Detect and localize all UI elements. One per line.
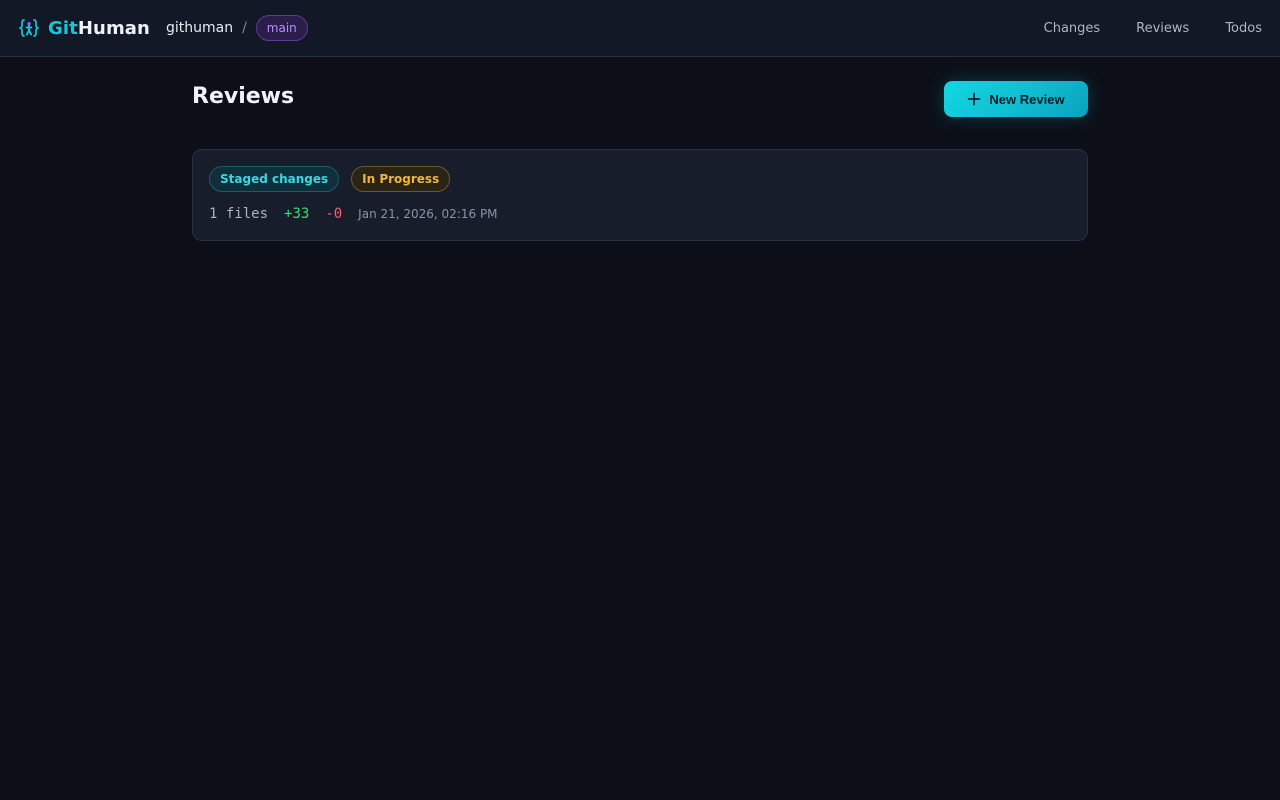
page-title: Reviews	[192, 84, 295, 109]
nav-item-reviews[interactable]: Reviews	[1136, 21, 1189, 36]
brand-name: Git Human	[48, 18, 150, 39]
review-meta: 1 files +33 -0 Jan 21, 2026, 02:16 PM	[209, 206, 1071, 222]
new-review-button[interactable]: New Review	[944, 81, 1088, 117]
file-count: 1 files	[209, 206, 269, 222]
nav-item-todos[interactable]: Todos	[1225, 21, 1262, 36]
review-card[interactable]: Staged changes In Progress 1 files +33 -…	[192, 149, 1088, 241]
brand-name-human: Human	[77, 17, 150, 39]
review-badges: Staged changes In Progress	[209, 166, 1071, 192]
breadcrumb-separator: /	[242, 20, 247, 36]
nav-item-changes[interactable]: Changes	[1044, 21, 1101, 36]
staged-changes-badge: Staged changes	[209, 166, 340, 192]
plus-icon	[967, 92, 981, 106]
repository-name: githuman	[165, 20, 234, 36]
additions-count: +33	[284, 206, 310, 222]
branch-badge: main	[255, 15, 308, 41]
top-navigation-bar: Git Human githuman / main Changes Reviews…	[0, 0, 1280, 57]
new-review-label: New Review	[989, 91, 1065, 107]
brand-name-git: Git	[48, 17, 78, 39]
main-nav: Changes Reviews Todos	[1044, 21, 1262, 36]
brand[interactable]: Git Human	[18, 17, 150, 39]
githuman-logo-icon	[18, 17, 40, 39]
deletions-count: -0	[325, 206, 343, 222]
review-timestamp: Jan 21, 2026, 02:16 PM	[358, 207, 498, 221]
status-badge: In Progress	[351, 166, 451, 192]
